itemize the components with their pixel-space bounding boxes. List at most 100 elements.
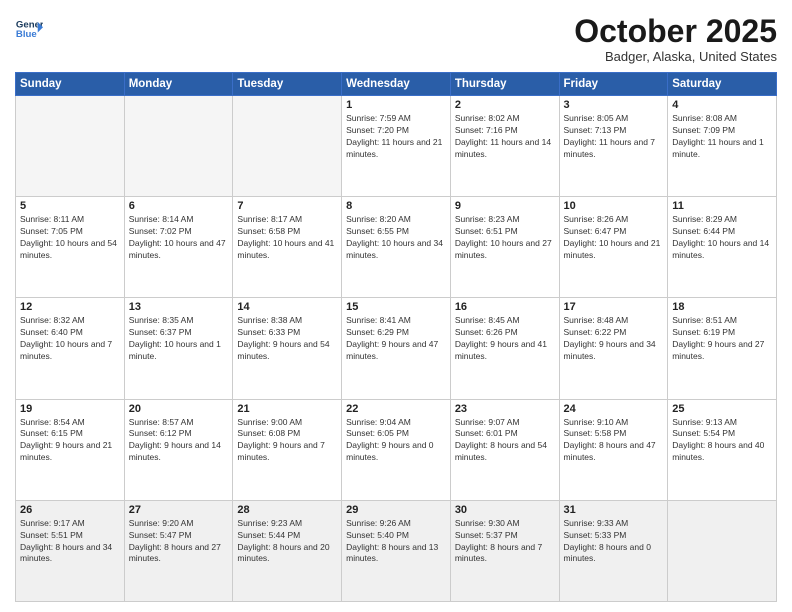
day-cell xyxy=(16,96,125,197)
day-number: 13 xyxy=(129,301,229,313)
day-info: Sunrise: 8:20 AM Sunset: 6:55 PM Dayligh… xyxy=(346,214,446,262)
col-header-friday: Friday xyxy=(559,73,668,96)
col-header-wednesday: Wednesday xyxy=(342,73,451,96)
day-info: Sunrise: 9:17 AM Sunset: 5:51 PM Dayligh… xyxy=(20,518,120,566)
day-cell: 13 Sunrise: 8:35 AM Sunset: 6:37 PM Dayli… xyxy=(124,298,233,399)
day-cell xyxy=(124,96,233,197)
day-info: Sunrise: 9:00 AM Sunset: 6:08 PM Dayligh… xyxy=(237,417,337,465)
day-info: Sunrise: 8:32 AM Sunset: 6:40 PM Dayligh… xyxy=(20,315,120,363)
day-number: 25 xyxy=(672,403,772,415)
calendar-table: SundayMondayTuesdayWednesdayThursdayFrid… xyxy=(15,72,777,602)
day-cell: 17 Sunrise: 8:48 AM Sunset: 6:22 PM Dayli… xyxy=(559,298,668,399)
day-cell: 28 Sunrise: 9:23 AM Sunset: 5:44 PM Dayli… xyxy=(233,500,342,601)
day-cell xyxy=(668,500,777,601)
day-cell: 10 Sunrise: 8:26 AM Sunset: 6:47 PM Dayli… xyxy=(559,197,668,298)
day-number: 31 xyxy=(564,504,664,516)
day-info: Sunrise: 8:48 AM Sunset: 6:22 PM Dayligh… xyxy=(564,315,664,363)
day-number: 30 xyxy=(455,504,555,516)
day-info: Sunrise: 8:45 AM Sunset: 6:26 PM Dayligh… xyxy=(455,315,555,363)
col-header-sunday: Sunday xyxy=(16,73,125,96)
day-number: 17 xyxy=(564,301,664,313)
day-cell: 5Sunrise: 8:11 AM Sunset: 7:05 PM Daylig… xyxy=(16,197,125,298)
day-cell: 31 Sunrise: 9:33 AM Sunset: 5:33 PM Dayli… xyxy=(559,500,668,601)
day-number: 26 xyxy=(20,504,120,516)
day-info: Sunrise: 9:26 AM Sunset: 5:40 PM Dayligh… xyxy=(346,518,446,566)
col-header-monday: Monday xyxy=(124,73,233,96)
day-cell: 19 Sunrise: 8:54 AM Sunset: 6:15 PM Dayli… xyxy=(16,399,125,500)
day-cell: 6Sunrise: 8:14 AM Sunset: 7:02 PM Daylig… xyxy=(124,197,233,298)
day-info: Sunrise: 8:38 AM Sunset: 6:33 PM Dayligh… xyxy=(237,315,337,363)
day-cell: 29 Sunrise: 9:26 AM Sunset: 5:40 PM Dayli… xyxy=(342,500,451,601)
day-number: 10 xyxy=(564,200,664,212)
week-row-4: 19 Sunrise: 8:54 AM Sunset: 6:15 PM Dayli… xyxy=(16,399,777,500)
col-header-thursday: Thursday xyxy=(450,73,559,96)
day-info: Sunrise: 8:05 AM Sunset: 7:13 PM Dayligh… xyxy=(564,113,664,161)
day-cell xyxy=(233,96,342,197)
day-number: 19 xyxy=(20,403,120,415)
day-cell: 7 Sunrise: 8:17 AM Sunset: 6:58 PM Daylig… xyxy=(233,197,342,298)
calendar-page: General Blue October 2025 Badger, Alaska… xyxy=(0,0,792,612)
day-info: Sunrise: 8:11 AM Sunset: 7:05 PM Dayligh… xyxy=(20,214,120,262)
day-number: 20 xyxy=(129,403,229,415)
header: General Blue October 2025 Badger, Alaska… xyxy=(15,15,777,64)
day-number: 14 xyxy=(237,301,337,313)
col-header-tuesday: Tuesday xyxy=(233,73,342,96)
logo: General Blue xyxy=(15,15,43,43)
day-info: Sunrise: 9:13 AM Sunset: 5:54 PM Dayligh… xyxy=(672,417,772,465)
week-row-3: 12 Sunrise: 8:32 AM Sunset: 6:40 PM Dayli… xyxy=(16,298,777,399)
day-info: Sunrise: 9:07 AM Sunset: 6:01 PM Dayligh… xyxy=(455,417,555,465)
day-info: Sunrise: 8:14 AM Sunset: 7:02 PM Dayligh… xyxy=(129,214,229,262)
day-cell: 21 Sunrise: 9:00 AM Sunset: 6:08 PM Dayli… xyxy=(233,399,342,500)
day-info: Sunrise: 8:51 AM Sunset: 6:19 PM Dayligh… xyxy=(672,315,772,363)
logo-icon: General Blue xyxy=(15,15,43,43)
day-info: Sunrise: 9:23 AM Sunset: 5:44 PM Dayligh… xyxy=(237,518,337,566)
location: Badger, Alaska, United States xyxy=(574,49,777,64)
day-info: Sunrise: 9:33 AM Sunset: 5:33 PM Dayligh… xyxy=(564,518,664,566)
calendar-header-row: SundayMondayTuesdayWednesdayThursdayFrid… xyxy=(16,73,777,96)
day-info: Sunrise: 9:20 AM Sunset: 5:47 PM Dayligh… xyxy=(129,518,229,566)
day-number: 15 xyxy=(346,301,446,313)
day-cell: 24Sunrise: 9:10 AM Sunset: 5:58 PM Dayli… xyxy=(559,399,668,500)
day-cell: 18Sunrise: 8:51 AM Sunset: 6:19 PM Dayli… xyxy=(668,298,777,399)
day-info: Sunrise: 8:08 AM Sunset: 7:09 PM Dayligh… xyxy=(672,113,772,161)
week-row-2: 5Sunrise: 8:11 AM Sunset: 7:05 PM Daylig… xyxy=(16,197,777,298)
day-number: 27 xyxy=(129,504,229,516)
day-info: Sunrise: 9:30 AM Sunset: 5:37 PM Dayligh… xyxy=(455,518,555,566)
day-number: 12 xyxy=(20,301,120,313)
day-cell: 20Sunrise: 8:57 AM Sunset: 6:12 PM Dayli… xyxy=(124,399,233,500)
day-info: Sunrise: 8:29 AM Sunset: 6:44 PM Dayligh… xyxy=(672,214,772,262)
day-info: Sunrise: 8:26 AM Sunset: 6:47 PM Dayligh… xyxy=(564,214,664,262)
day-number: 21 xyxy=(237,403,337,415)
day-number: 7 xyxy=(237,200,337,212)
day-info: Sunrise: 9:10 AM Sunset: 5:58 PM Dayligh… xyxy=(564,417,664,465)
day-cell: 4 Sunrise: 8:08 AM Sunset: 7:09 PM Daylig… xyxy=(668,96,777,197)
day-info: Sunrise: 8:35 AM Sunset: 6:37 PM Dayligh… xyxy=(129,315,229,363)
day-cell: 25 Sunrise: 9:13 AM Sunset: 5:54 PM Dayli… xyxy=(668,399,777,500)
day-number: 29 xyxy=(346,504,446,516)
day-cell: 14 Sunrise: 8:38 AM Sunset: 6:33 PM Dayli… xyxy=(233,298,342,399)
title-section: October 2025 Badger, Alaska, United Stat… xyxy=(574,15,777,64)
day-cell: 23 Sunrise: 9:07 AM Sunset: 6:01 PM Dayli… xyxy=(450,399,559,500)
day-info: Sunrise: 7:59 AM Sunset: 7:20 PM Dayligh… xyxy=(346,113,446,161)
day-number: 1 xyxy=(346,99,446,111)
day-cell: 12 Sunrise: 8:32 AM Sunset: 6:40 PM Dayli… xyxy=(16,298,125,399)
day-info: Sunrise: 8:17 AM Sunset: 6:58 PM Dayligh… xyxy=(237,214,337,262)
day-cell: 22Sunrise: 9:04 AM Sunset: 6:05 PM Dayli… xyxy=(342,399,451,500)
day-number: 11 xyxy=(672,200,772,212)
day-cell: 27 Sunrise: 9:20 AM Sunset: 5:47 PM Dayli… xyxy=(124,500,233,601)
svg-text:Blue: Blue xyxy=(16,29,37,40)
day-info: Sunrise: 8:54 AM Sunset: 6:15 PM Dayligh… xyxy=(20,417,120,465)
day-number: 28 xyxy=(237,504,337,516)
day-number: 23 xyxy=(455,403,555,415)
col-header-saturday: Saturday xyxy=(668,73,777,96)
day-number: 4 xyxy=(672,99,772,111)
day-info: Sunrise: 8:02 AM Sunset: 7:16 PM Dayligh… xyxy=(455,113,555,161)
day-info: Sunrise: 8:23 AM Sunset: 6:51 PM Dayligh… xyxy=(455,214,555,262)
day-cell: 16Sunrise: 8:45 AM Sunset: 6:26 PM Dayli… xyxy=(450,298,559,399)
day-cell: 8Sunrise: 8:20 AM Sunset: 6:55 PM Daylig… xyxy=(342,197,451,298)
month-title: October 2025 xyxy=(574,15,777,47)
day-number: 22 xyxy=(346,403,446,415)
week-row-1: 1 Sunrise: 7:59 AM Sunset: 7:20 PM Daylig… xyxy=(16,96,777,197)
day-number: 2 xyxy=(455,99,555,111)
day-cell: 30 Sunrise: 9:30 AM Sunset: 5:37 PM Dayli… xyxy=(450,500,559,601)
